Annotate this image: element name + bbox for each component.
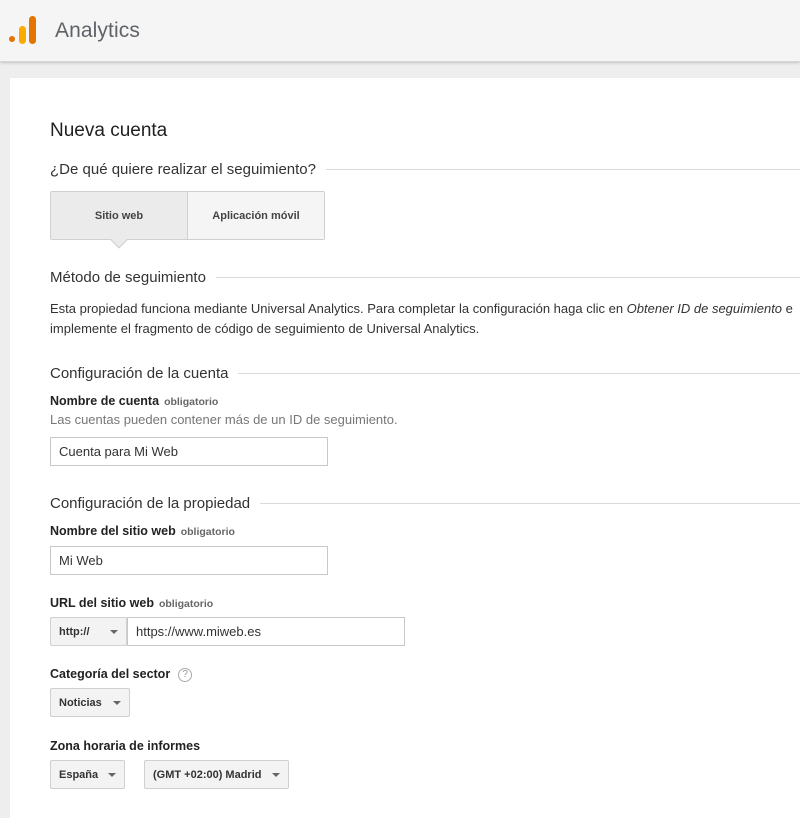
account-settings-title: Configuración de la cuenta bbox=[50, 364, 229, 382]
analytics-logo-icon[interactable] bbox=[8, 16, 38, 46]
industry-category-value: Noticias bbox=[59, 696, 102, 709]
property-settings-heading: Configuración de la propiedad bbox=[50, 492, 800, 514]
chevron-down-icon bbox=[108, 772, 116, 777]
tracking-question-heading: ¿De qué quiere realizar el seguimiento? bbox=[50, 158, 800, 180]
industry-category-dropdown[interactable]: Noticias bbox=[50, 688, 130, 717]
protocol-dropdown[interactable]: http:// bbox=[50, 617, 127, 646]
industry-category-label-text: Categoría del sector bbox=[50, 667, 171, 681]
timezone-value: (GMT +02:00) Madrid bbox=[153, 768, 262, 781]
tab-selected-pointer bbox=[110, 231, 128, 249]
required-tag: obligatorio bbox=[158, 598, 214, 610]
site-name-label: Nombre del sitio web obligatorio bbox=[50, 524, 235, 538]
site-url-value: https://www.miweb.es bbox=[136, 624, 261, 639]
site-url-input[interactable]: https://www.miweb.es bbox=[127, 617, 405, 646]
app-header: Analytics bbox=[0, 0, 800, 62]
timezone-label: Zona horaria de informes bbox=[50, 739, 200, 753]
required-tag: obligatorio bbox=[164, 396, 219, 408]
country-value: España bbox=[59, 768, 99, 781]
required-tag: obligatorio bbox=[180, 526, 235, 538]
new-account-panel: Nueva cuenta ¿De qué quiere realizar el … bbox=[10, 78, 800, 818]
chevron-down-icon bbox=[272, 772, 280, 777]
site-name-label-text: Nombre del sitio web bbox=[50, 524, 176, 538]
tab-mobile-app-label: Aplicación móvil bbox=[212, 209, 300, 222]
page-title: Nueva cuenta bbox=[50, 120, 168, 141]
tracking-method-title: Método de seguimiento bbox=[50, 268, 206, 286]
account-name-hint: Las cuentas pueden contener más de un ID… bbox=[50, 412, 398, 427]
chevron-down-icon bbox=[113, 700, 121, 705]
account-name-label-text: Nombre de cuenta bbox=[50, 394, 160, 408]
desc-emphasis: Obtener ID de seguimiento bbox=[626, 301, 783, 316]
tracking-type-tabs: Sitio web Aplicación móvil bbox=[50, 191, 325, 249]
property-settings-title: Configuración de la propiedad bbox=[50, 494, 251, 512]
site-name-input[interactable]: Mi Web bbox=[50, 546, 328, 575]
site-url-label: URL del sitio web obligatorio bbox=[50, 596, 213, 610]
tracking-method-heading: Método de seguimiento bbox=[50, 266, 800, 288]
desc-text-part: Esta propiedad funciona mediante Univers… bbox=[50, 301, 627, 316]
protocol-value: http:// bbox=[59, 625, 90, 638]
timezone-label-text: Zona horaria de informes bbox=[50, 739, 201, 753]
tab-website-label: Sitio web bbox=[94, 209, 144, 222]
site-url-label-text: URL del sitio web bbox=[50, 596, 154, 610]
app-title: Analytics bbox=[55, 19, 140, 42]
tracking-question-text: ¿De qué quiere realizar el seguimiento? bbox=[50, 160, 316, 178]
help-icon[interactable]: ? bbox=[178, 667, 193, 682]
account-name-value: Cuenta para Mi Web bbox=[59, 444, 178, 459]
account-settings-heading: Configuración de la cuenta bbox=[50, 362, 800, 384]
tab-website[interactable]: Sitio web bbox=[51, 192, 188, 249]
account-name-input[interactable]: Cuenta para Mi Web bbox=[50, 437, 328, 466]
tab-mobile-app[interactable]: Aplicación móvil bbox=[188, 192, 324, 239]
tracking-method-description: Esta propiedad funciona mediante Univers… bbox=[50, 299, 800, 339]
industry-category-label: Categoría del sector? bbox=[50, 667, 193, 682]
timezone-dropdown[interactable]: (GMT +02:00) Madrid bbox=[144, 760, 289, 789]
account-name-label: Nombre de cuenta obligatorio bbox=[50, 394, 218, 408]
chevron-down-icon bbox=[110, 629, 118, 634]
country-dropdown[interactable]: España bbox=[50, 760, 125, 789]
site-name-value: Mi Web bbox=[59, 553, 103, 568]
